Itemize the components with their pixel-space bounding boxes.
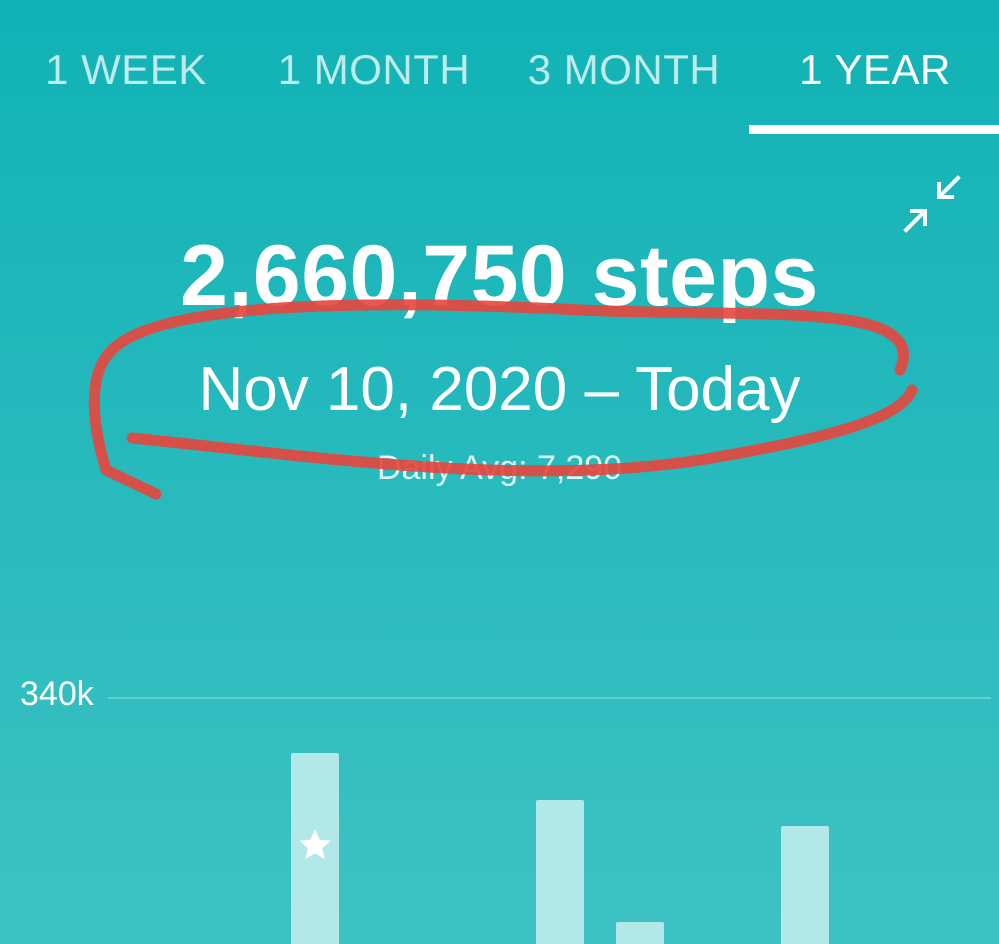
active-tab-indicator	[749, 125, 999, 134]
daily-average: Daily Avg: 7,290	[376, 449, 623, 487]
chart-bar[interactable]	[616, 922, 664, 944]
star-icon	[296, 826, 334, 864]
y-gridline	[108, 697, 991, 699]
range-tabs: 1 WEEK 1 MONTH 3 MONTH 1 YEAR	[0, 0, 999, 135]
tab-1-month[interactable]: 1 MONTH	[262, 44, 486, 96]
total-steps: 2,660,750 steps	[180, 228, 819, 324]
tab-1-week[interactable]: 1 WEEK	[36, 44, 216, 96]
chart-bar[interactable]	[781, 826, 829, 944]
tab-3-month[interactable]: 3 MONTH	[512, 44, 736, 96]
tab-1-year[interactable]: 1 YEAR	[790, 44, 960, 96]
date-range: Nov 10, 2020 – Today	[198, 355, 801, 424]
y-tick-label: 340k	[20, 675, 94, 713]
chart-bar[interactable]	[536, 800, 584, 944]
